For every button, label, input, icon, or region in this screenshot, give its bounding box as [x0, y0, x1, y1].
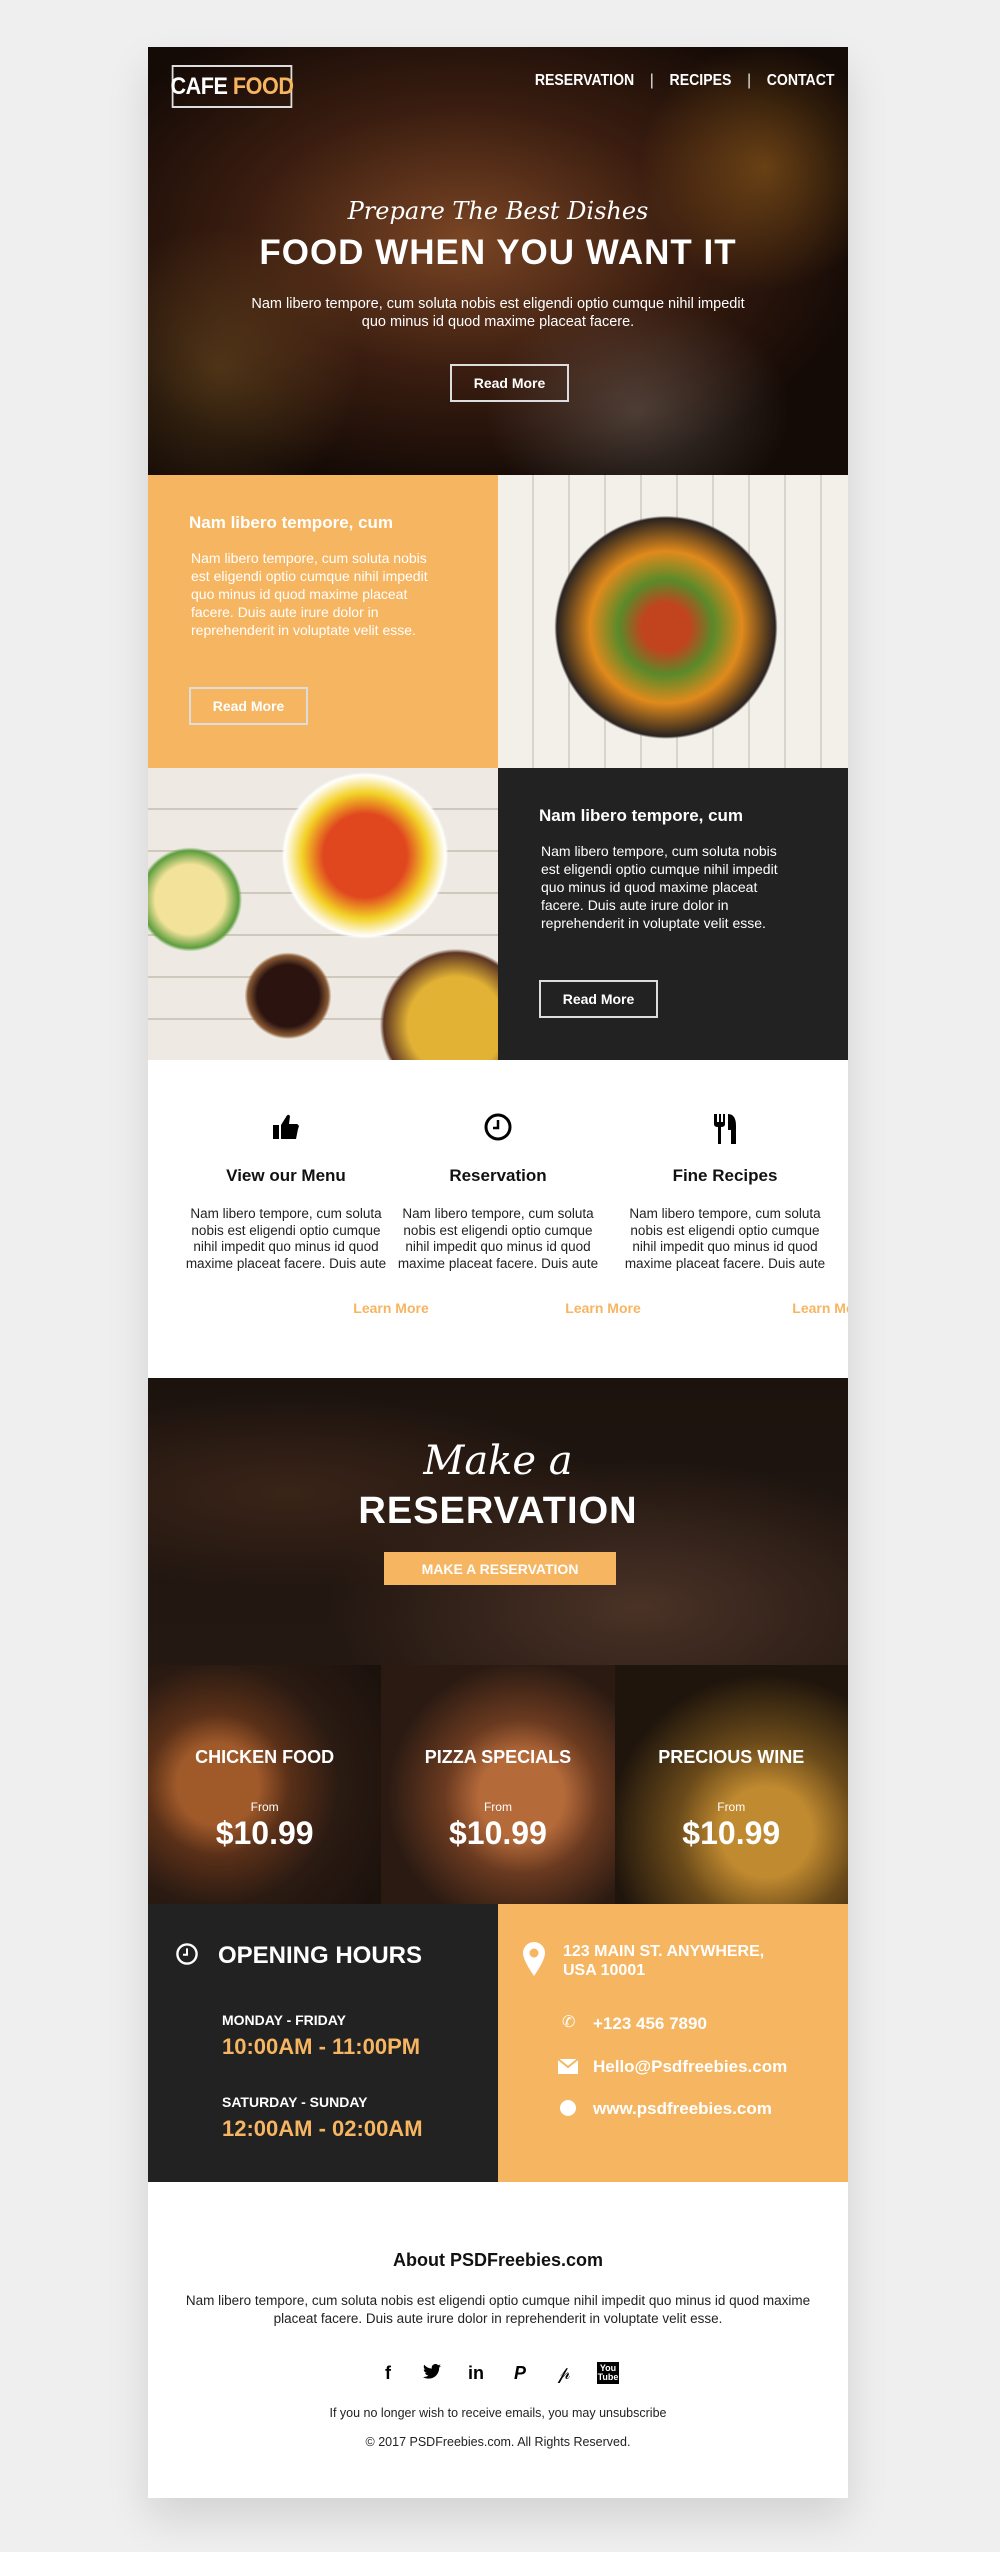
email-container: CAFE FOOD RESERVATION | RECIPES | CONTACT…	[148, 47, 848, 2498]
social-links: f in P 𝓅 You Tube	[148, 2362, 848, 2384]
pinterest-icon[interactable]: 𝓅	[553, 2363, 575, 2384]
promo-row-1: Nam libero tempore, cum Nam libero tempo…	[148, 475, 848, 768]
learn-more-link[interactable]: Learn More	[286, 1300, 496, 1316]
promo-row-2: Nam libero tempore, cum Nam libero tempo…	[148, 768, 848, 1060]
clock-icon	[175, 1942, 199, 1971]
map-pin-icon	[523, 1942, 545, 1981]
promo-text-block: Nam libero tempore, cum Nam libero tempo…	[498, 768, 848, 1060]
card-from-label: From	[483, 1800, 512, 1814]
features-section: View our Menu Nam libero tempore, cum so…	[148, 1060, 848, 1378]
weekend-hours: 12:00AM - 02:00AM	[222, 2116, 423, 2141]
card-title: PIZZA SPECIALS	[424, 1747, 572, 1767]
weekend-label: SATURDAY - SUNDAY	[222, 2094, 368, 2110]
promo-read-more-button[interactable]: Read More	[539, 980, 658, 1018]
unsubscribe-link[interactable]: If you no longer wish to receive emails,…	[148, 2406, 848, 2420]
learn-more-link[interactable]: Learn More	[725, 1300, 848, 1316]
reservation-banner: Make a RESERVATION MAKE A RESERVATION	[148, 1378, 848, 1665]
address: 123 MAIN ST. ANYWHERE, USA 10001	[563, 1942, 764, 1980]
feature-text: Nam libero tempore, cum soluta nobis est…	[185, 1206, 387, 1271]
promo-read-more-button[interactable]: Read More	[189, 687, 308, 725]
nav-separator: |	[746, 72, 751, 89]
card-price: $10.99	[682, 1815, 781, 1851]
nav-separator: |	[649, 72, 654, 89]
card-from-label: From	[717, 1800, 746, 1814]
feature-text: Nam libero tempore, cum soluta nobis est…	[397, 1206, 599, 1271]
phone-number[interactable]: +123 456 7890	[593, 2014, 707, 2034]
contact-info: 123 MAIN ST. ANYWHERE, USA 10001 ✆ +123 4…	[498, 1904, 848, 2182]
weekday-hours: 10:00AM - 11:00PM	[222, 2034, 421, 2059]
feature-title: Fine Recipes	[672, 1166, 778, 1185]
facebook-icon[interactable]: f	[377, 2363, 399, 2384]
twitter-icon[interactable]	[421, 2363, 443, 2384]
clock-icon	[393, 1112, 603, 1142]
reservation-script-heading: Make a	[423, 1438, 573, 1484]
specials-cards: CHICKEN FOOD From $10.99 PIZZA SPECIALS …	[148, 1665, 848, 1904]
reservation-title: RESERVATION	[358, 1490, 638, 1532]
address-line-2: USA 10001	[563, 1962, 646, 1979]
feature-title: View our Menu	[226, 1166, 346, 1185]
hero-script-heading: Prepare The Best Dishes	[347, 197, 649, 225]
footer-title: About PSDFreebies.com	[392, 2250, 604, 2270]
nav-recipes[interactable]: RECIPES	[669, 72, 731, 90]
opening-hours: OPENING HOURS MONDAY - FRIDAY 10:00AM - …	[148, 1904, 498, 2182]
promo-text-block: Nam libero tempore, cum Nam libero tempo…	[148, 475, 498, 768]
hero-section: CAFE FOOD RESERVATION | RECIPES | CONTACT…	[148, 47, 848, 475]
youtube-icon[interactable]: You Tube	[597, 2362, 619, 2384]
email-icon	[557, 2058, 579, 2079]
footer-text: Nam libero tempore, cum soluta nobis est…	[185, 2293, 811, 2326]
card-precious-wine[interactable]: PRECIOUS WINE From $10.99	[614, 1665, 848, 1904]
card-from-label: From	[250, 1800, 279, 1814]
promo-text: Nam libero tempore, cum soluta nobis est…	[191, 550, 428, 638]
top-nav: RESERVATION | RECIPES | CONTACT	[534, 72, 834, 90]
learn-more-link[interactable]: Learn More	[498, 1300, 708, 1316]
card-pizza-specials[interactable]: PIZZA SPECIALS From $10.99	[381, 1665, 615, 1904]
logo-text-cafe: CAFE	[170, 72, 228, 100]
nav-contact[interactable]: CONTACT	[766, 72, 834, 90]
feature-text: Nam libero tempore, cum soluta nobis est…	[624, 1206, 826, 1271]
card-title: CHICKEN FOOD	[195, 1747, 335, 1767]
weekday-label: MONDAY - FRIDAY	[222, 2012, 346, 2028]
card-price: $10.99	[215, 1815, 314, 1851]
feature-title: Reservation	[449, 1166, 547, 1185]
linkedin-icon[interactable]: in	[465, 2363, 487, 2384]
promo-title: Nam libero tempore, cum	[539, 806, 744, 825]
copyright: © 2017 PSDFreebies.com. All Rights Reser…	[365, 2435, 631, 2449]
globe-icon	[560, 2100, 576, 2116]
hero-title: FOOD WHEN YOU WANT IT	[259, 233, 737, 272]
address-line-1: 123 MAIN ST. ANYWHERE,	[563, 1943, 765, 1960]
logo[interactable]: CAFE FOOD	[170, 65, 294, 108]
card-chicken-food[interactable]: CHICKEN FOOD From $10.99	[148, 1665, 382, 1904]
opening-hours-title: OPENING HOURS	[218, 1942, 423, 1969]
paypal-icon[interactable]: P	[509, 2363, 531, 2384]
card-price: $10.99	[449, 1815, 547, 1851]
hero-text: Nam libero tempore, cum soluta nobis est…	[251, 296, 745, 330]
footer: About PSDFreebies.com Nam libero tempore…	[148, 2182, 848, 2498]
hours-contact-section: OPENING HOURS MONDAY - FRIDAY 10:00AM - …	[148, 1904, 848, 2182]
hero-read-more-button[interactable]: Read More	[450, 364, 569, 402]
card-title: PRECIOUS WINE	[658, 1747, 805, 1767]
fork-knife-icon	[620, 1112, 830, 1144]
nav-reservation[interactable]: RESERVATION	[534, 72, 633, 90]
promo-title: Nam libero tempore, cum	[189, 513, 394, 532]
table-dishes-image	[148, 768, 498, 1060]
vegetable-platter-image	[498, 475, 848, 768]
promo-text: Nam libero tempore, cum soluta nobis est…	[541, 843, 778, 931]
phone-icon: ✆	[562, 2014, 576, 2031]
make-reservation-button[interactable]: MAKE A RESERVATION	[384, 1552, 616, 1585]
email-address[interactable]: Hello@Psdfreebies.com	[593, 2057, 787, 2077]
thumbs-up-icon	[181, 1112, 391, 1142]
logo-text-food: FOOD	[232, 72, 294, 100]
website-link[interactable]: www.psdfreebies.com	[593, 2099, 772, 2119]
